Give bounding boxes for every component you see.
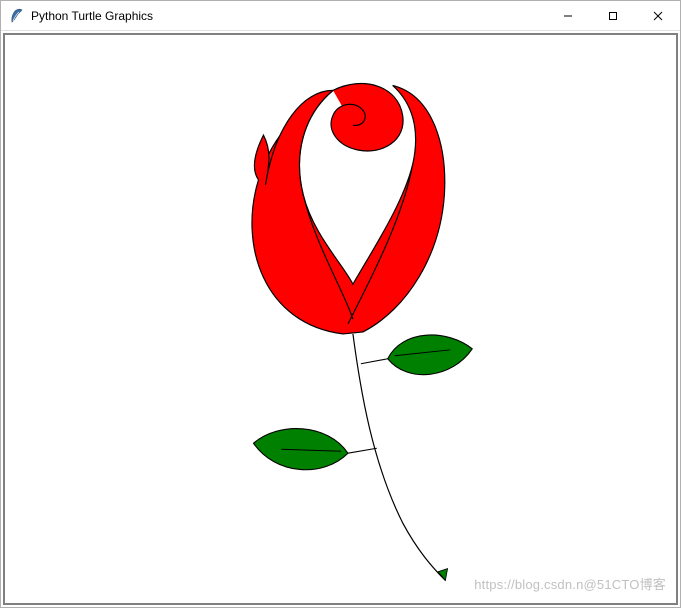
window-controls [545, 1, 680, 30]
rose-left-petal [254, 90, 333, 194]
minimize-button[interactable] [545, 1, 590, 30]
turtle-feather-icon [9, 8, 25, 24]
branch-right [361, 359, 388, 364]
turtle-cursor-icon [436, 565, 451, 580]
branch-left [348, 448, 377, 453]
turtle-canvas: https://blog.csdn.n@51CTO博客 [3, 33, 678, 605]
rose-drawing [5, 35, 676, 603]
watermark: https://blog.csdn.n@51CTO博客 [474, 574, 666, 593]
leaf-left [254, 429, 348, 470]
maximize-button[interactable] [590, 1, 635, 30]
close-button[interactable] [635, 1, 680, 30]
titlebar[interactable]: Python Turtle Graphics [1, 1, 680, 31]
window-title: Python Turtle Graphics [31, 9, 545, 23]
app-window: Python Turtle Graphics [0, 0, 681, 608]
rose-swirl [331, 84, 403, 151]
